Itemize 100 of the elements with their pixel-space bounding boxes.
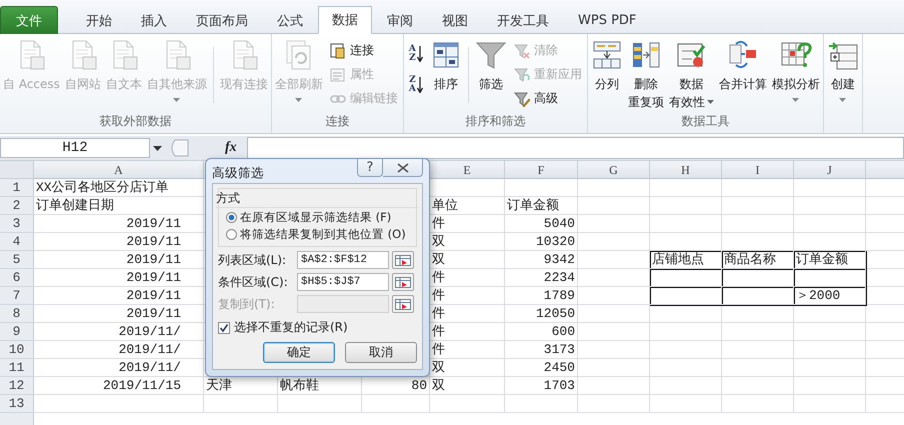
column-header[interactable]: J: [794, 161, 866, 179]
column-header[interactable]: H: [650, 161, 722, 179]
row-header[interactable]: 3: [0, 215, 34, 233]
table-cell: [578, 215, 650, 233]
table-cell: ＞2000: [794, 287, 866, 305]
close-button[interactable]: [383, 159, 423, 177]
ribbon-button[interactable]: 连接: [326, 39, 401, 62]
row-header[interactable]: 8: [0, 305, 34, 323]
dialog-button[interactable]: 确定: [263, 342, 335, 363]
ribbon-tab[interactable]: WPS PDF: [564, 6, 650, 34]
grid-plus-icon: [828, 42, 858, 70]
table-cell: 2019/11: [34, 233, 204, 251]
table-cell: 600: [505, 323, 578, 341]
ribbon-button[interactable]: 排序: [428, 37, 463, 95]
column-header[interactable]: G: [578, 161, 650, 179]
row-header[interactable]: 4: [0, 233, 34, 251]
table-cell: 商品名称: [722, 251, 794, 269]
row-header[interactable]: 2: [0, 197, 34, 215]
row-header[interactable]: 12: [0, 377, 34, 395]
document-icon: [20, 40, 45, 70]
group-label: 连接: [324, 113, 350, 130]
ribbon-button[interactable]: 模拟分析: [770, 37, 821, 104]
table-cell: 2019/11: [34, 251, 204, 269]
column-header[interactable]: A: [34, 161, 204, 179]
ribbon-button[interactable]: 删除 重复项: [626, 37, 665, 113]
range-picker-button[interactable]: [392, 251, 414, 269]
table-cell: [794, 305, 866, 323]
ribbon-button[interactable]: 筛选: [474, 37, 508, 95]
dialog-title: 高级筛选: [212, 165, 265, 182]
table-cell: 订单创建日期: [34, 197, 204, 215]
help-button[interactable]: ?: [357, 159, 383, 177]
row-header[interactable]: 1: [0, 179, 34, 197]
function-button[interactable]: fx: [225, 140, 237, 156]
table-cell: [722, 323, 794, 341]
sort-grid-icon: [433, 42, 458, 68]
column-header[interactable]: I: [722, 161, 794, 179]
ribbon-tab[interactable]: 开发工具: [483, 6, 563, 34]
range-picker-button[interactable]: [392, 273, 414, 291]
split-columns-icon: [593, 42, 620, 68]
ribbon-button[interactable]: 创建: [826, 37, 860, 104]
name-box[interactable]: H12: [0, 138, 150, 158]
table-cell: [578, 251, 650, 269]
ribbon-tab[interactable]: 公式: [263, 6, 317, 34]
ribbon-button[interactable]: 高级: [510, 87, 585, 110]
table-cell: 2019/11/: [34, 323, 204, 341]
ribbon-tab[interactable]: 插入: [127, 6, 181, 34]
radio-button[interactable]: [226, 212, 237, 223]
table-cell: [794, 233, 866, 251]
ribbon-button[interactable]: 数据 有效性: [668, 37, 715, 113]
formula-input[interactable]: [246, 137, 904, 159]
row-header[interactable]: 7: [0, 287, 34, 305]
table-cell: [578, 395, 650, 413]
radio-option[interactable]: 在原有区域显示筛选结果 (F): [222, 209, 413, 226]
column-header[interactable]: F: [505, 161, 578, 179]
close-icon: [396, 162, 408, 172]
table-cell: 2450: [505, 359, 578, 377]
row-header[interactable]: 6: [0, 269, 34, 287]
field-label: 复制到(T):: [218, 296, 276, 312]
row-header[interactable]: 11: [0, 359, 34, 377]
range-field[interactable]: $H$5:$J$7: [297, 273, 389, 291]
document-icon: [72, 40, 96, 70]
document-icon: [233, 40, 258, 70]
radio-option[interactable]: 将筛选结果复制到其他位置 (O): [222, 226, 413, 243]
table-cell: [722, 233, 794, 251]
ribbon-tab[interactable]: 开始: [72, 6, 126, 34]
table-cell: [794, 323, 866, 341]
caret-icon: [792, 98, 800, 102]
ribbon-tab[interactable]: 审阅: [373, 6, 427, 34]
table-cell: [650, 377, 722, 395]
row-header[interactable]: 5: [0, 251, 34, 269]
ribbon-tab[interactable]: 数据: [318, 6, 372, 34]
table-cell: [794, 215, 866, 233]
range-field[interactable]: [297, 295, 389, 313]
column-header[interactable]: E: [430, 161, 505, 179]
row-header[interactable]: 10: [0, 341, 34, 359]
ribbon-button[interactable]: 分列: [590, 37, 624, 95]
checkbox-option[interactable]: 选择不重复的记录(R): [218, 319, 417, 336]
section-title: 方式: [216, 190, 419, 208]
field-label: 列表区域(L):: [218, 252, 288, 268]
table-cell: [650, 305, 722, 323]
ribbon-tab[interactable]: 文件: [0, 6, 58, 34]
range-picker-button[interactable]: [392, 295, 414, 313]
dialog-button[interactable]: 取消: [345, 342, 417, 363]
radio-button[interactable]: [226, 229, 237, 240]
table-cell: [578, 287, 650, 305]
table-cell: [650, 179, 722, 197]
row-header[interactable]: 13: [0, 395, 34, 413]
table-cell: 订单金额: [794, 251, 866, 269]
sort-button[interactable]: Z A: [406, 70, 426, 100]
table-cell: 2019/11: [34, 305, 204, 323]
ribbon-tab[interactable]: 页面布局: [182, 6, 262, 34]
caret-icon[interactable]: [153, 146, 162, 150]
ribbon-button[interactable]: 合并计算: [718, 37, 768, 95]
row-header[interactable]: 9: [0, 323, 34, 341]
range-field[interactable]: $A$2:$F$12: [297, 251, 389, 269]
table-cell: [578, 323, 650, 341]
sort-button[interactable]: A Z: [406, 39, 426, 69]
checkbox[interactable]: [218, 322, 230, 334]
ribbon-tab[interactable]: 视图: [428, 6, 482, 34]
down-arrow-icon: [416, 46, 423, 62]
